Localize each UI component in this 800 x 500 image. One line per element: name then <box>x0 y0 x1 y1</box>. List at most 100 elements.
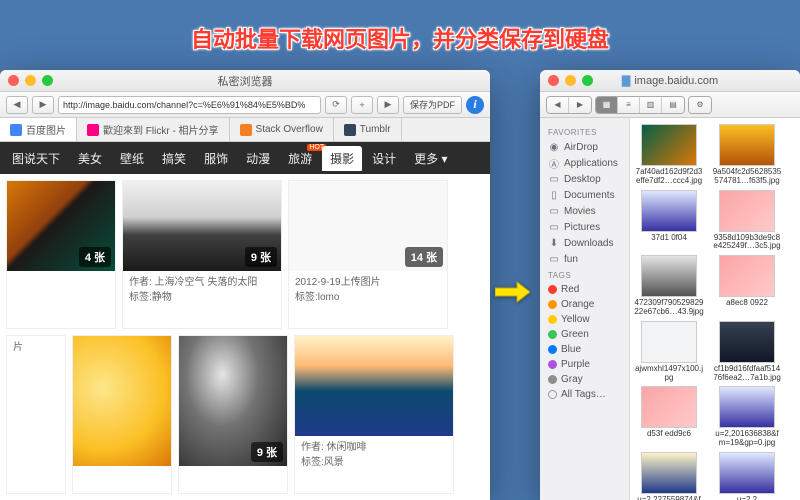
file-item[interactable]: 9358d109b3de9c8e425249f…3c5.jpg <box>712 190 782 252</box>
gallery-card[interactable]: 14 张 2012-9-19上传图片标签:lomo <box>288 180 448 329</box>
file-item[interactable]: 472309f79052982922e67cb6…43.9jpg <box>634 255 704 317</box>
tag-item[interactable]: Red <box>544 282 625 297</box>
file-item[interactable]: 9a504fc2d5628535574781…f63f5.jpg <box>712 124 782 186</box>
cat-item-active[interactable]: 摄影 <box>322 146 362 171</box>
sidebar-item-fun[interactable]: ▭fun <box>544 251 625 267</box>
cat-item[interactable]: 搞笑 <box>154 146 194 171</box>
icon-view-icon[interactable]: ▦ <box>596 97 618 113</box>
tag-dot-icon <box>548 375 557 384</box>
sidebar-item-movies[interactable]: ▭Movies <box>544 203 625 219</box>
tag-item[interactable]: All Tags… <box>544 387 625 402</box>
sidebar-item-applications[interactable]: ⒶApplications <box>544 155 625 171</box>
sidebar-item-desktop[interactable]: ▭Desktop <box>544 171 625 187</box>
thumbnail: 9 张 <box>123 181 281 271</box>
minimize-icon[interactable] <box>565 75 576 86</box>
forward-button[interactable]: ▶ <box>32 96 54 114</box>
gallery-card[interactable]: 9 张 <box>178 335 288 494</box>
info-icon[interactable]: i <box>466 96 484 114</box>
cat-item[interactable]: 壁纸 <box>112 146 152 171</box>
traffic-lights[interactable] <box>8 75 53 86</box>
file-thumbnail <box>719 190 775 232</box>
file-item[interactable]: a8ec8 0922 <box>712 255 782 317</box>
tag-dot-icon <box>548 285 557 294</box>
applications-icon: Ⓐ <box>548 157 560 169</box>
thumbnail <box>295 336 453 436</box>
cat-item[interactable]: 服饰 <box>196 146 236 171</box>
favicon-icon <box>240 124 252 136</box>
thumbnail: 4 张 <box>7 181 115 271</box>
back-icon[interactable]: ◀ <box>547 97 569 113</box>
browser-toolbar: ◀ ▶ http://image.baidu.com/channel?c=%E6… <box>0 92 490 118</box>
tag-item[interactable]: Yellow <box>544 312 625 327</box>
file-item[interactable]: 7af40ad162d9f2d3effe7df2…ccc4.jpg <box>634 124 704 186</box>
cat-item[interactable]: 图说天下 <box>4 146 68 171</box>
zoom-icon[interactable] <box>42 75 53 86</box>
tag-item[interactable]: Orange <box>544 297 625 312</box>
file-item[interactable]: u=2,2 <box>712 452 782 500</box>
file-thumbnail <box>719 321 775 363</box>
finder-window: ▇image.baidu.com ◀▶ ▦≡▥▤ ⚙ FAVORITES ◉Ai… <box>540 70 800 500</box>
gallery-card[interactable]: 片 <box>6 335 66 494</box>
traffic-lights[interactable] <box>548 75 593 86</box>
sidebar-item-documents[interactable]: ▯Documents <box>544 187 625 203</box>
minimize-icon[interactable] <box>25 75 36 86</box>
gallery-card[interactable]: 4 张 <box>6 180 116 329</box>
close-icon[interactable] <box>548 75 559 86</box>
file-name: 9358d109b3de9c8e425249f…3c5.jpg <box>712 234 782 252</box>
sidebar-item-pictures[interactable]: ▭Pictures <box>544 219 625 235</box>
arrange-icon[interactable]: ⚙ <box>689 97 711 113</box>
finder-title: image.baidu.com <box>634 75 718 87</box>
list-view-icon[interactable]: ≡ <box>618 97 640 113</box>
file-item[interactable]: u=2,227559874&fm=19&gp=0.jpg <box>634 452 704 500</box>
browser-title: 私密浏览器 <box>0 73 490 89</box>
media-button[interactable]: ▶︎ <box>377 96 399 114</box>
column-view-icon[interactable]: ▥ <box>640 97 662 113</box>
tab-label: Stack Overflow <box>256 124 323 135</box>
back-button[interactable]: ◀ <box>6 96 28 114</box>
zoom-icon[interactable] <box>582 75 593 86</box>
cat-item[interactable]: 设计 <box>364 146 404 171</box>
view-segment[interactable]: ▦≡▥▤ <box>595 96 685 114</box>
cat-item[interactable]: 美女 <box>70 146 110 171</box>
tab-flickr[interactable]: 歡迎來到 Flickr - 相片分享 <box>77 118 230 141</box>
card-meta: 2012-9-19上传图片标签:lomo <box>289 271 447 309</box>
reload-button[interactable]: ⟳ <box>325 96 347 114</box>
file-item[interactable]: cf1b9d16fdfaaf51476f6ea2…7a1b.jpg <box>712 321 782 383</box>
forward-icon[interactable]: ▶ <box>569 97 591 113</box>
gallery-card[interactable]: 作者: 休闲咖啡标签:风景 <box>294 335 454 494</box>
tag-item[interactable]: Purple <box>544 357 625 372</box>
save-pdf-button[interactable]: 保存为PDF <box>403 96 462 114</box>
sidebar-item-airdrop[interactable]: ◉AirDrop <box>544 139 625 155</box>
tab-stackoverflow[interactable]: Stack Overflow <box>230 118 334 141</box>
file-thumbnail <box>719 452 775 494</box>
close-icon[interactable] <box>8 75 19 86</box>
cat-more[interactable]: 更多 ▾ <box>406 146 455 171</box>
gallery-card[interactable] <box>72 335 172 494</box>
tab-baidu[interactable]: 百度图片 <box>0 118 77 141</box>
file-name: u=2,2 <box>712 496 782 500</box>
tag-item[interactable]: Green <box>544 327 625 342</box>
nav-segment[interactable]: ◀▶ <box>546 96 592 114</box>
tag-item[interactable]: Blue <box>544 342 625 357</box>
tab-tumblr[interactable]: Tumblr <box>334 118 402 141</box>
arrow-icon <box>495 280 530 304</box>
url-field[interactable]: http://image.baidu.com/channel?c=%E6%91%… <box>58 96 321 114</box>
file-item[interactable]: d53f edd9c6 <box>634 386 704 448</box>
file-item[interactable]: ajwmxhl1497x100.jpg <box>634 321 704 383</box>
tag-dot-icon <box>548 315 557 324</box>
arrange-segment[interactable]: ⚙ <box>688 96 712 114</box>
cat-item[interactable]: 旅游HOT <box>280 146 320 171</box>
file-name: 7af40ad162d9f2d3effe7df2…ccc4.jpg <box>634 168 704 186</box>
coverflow-view-icon[interactable]: ▤ <box>662 97 684 113</box>
gallery-card[interactable]: 9 张 作者: 上海冷空气 失落的太阳标签:静物 <box>122 180 282 329</box>
tab-label: 歡迎來到 Flickr - 相片分享 <box>103 122 219 137</box>
cat-item[interactable]: 动漫 <box>238 146 278 171</box>
file-item[interactable]: u=2,201636838&fm=19&gp=0.jpg <box>712 386 782 448</box>
add-button[interactable]: + <box>351 96 373 114</box>
tag-item[interactable]: Gray <box>544 372 625 387</box>
desktop-icon: ▭ <box>548 173 560 185</box>
sidebar-item-downloads[interactable]: ⬇Downloads <box>544 235 625 251</box>
file-thumbnail <box>719 255 775 297</box>
category-bar: 图说天下 美女 壁纸 搞笑 服饰 动漫 旅游HOT 摄影 设计 更多 ▾ <box>0 142 490 174</box>
file-item[interactable]: 37d1 0f04 <box>634 190 704 252</box>
